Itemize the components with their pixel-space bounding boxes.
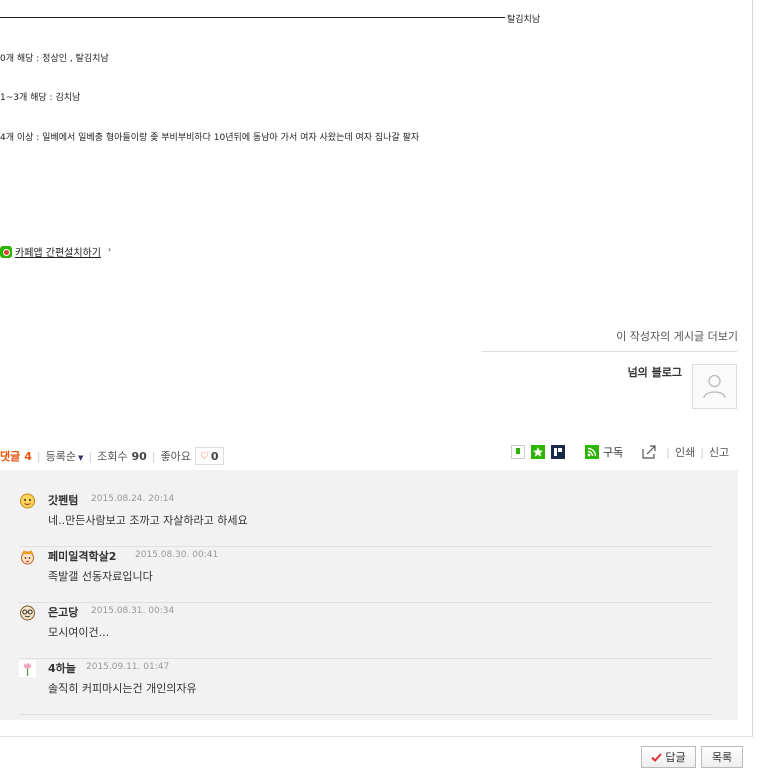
divider [482, 351, 737, 352]
reply-button[interactable]: 답글 [641, 746, 696, 768]
subscribe-button[interactable]: 구독 [603, 444, 623, 460]
comment-date: 2015.09.11. 01:47 [86, 662, 170, 672]
user-avatar-icon[interactable] [19, 548, 36, 565]
caret-down-icon: ▼ [78, 454, 84, 462]
user-placeholder-icon [703, 374, 726, 399]
post-line: 0개 해당 : 정상인 , 탈김치남 [0, 54, 109, 64]
cafe-app-icon[interactable] [0, 246, 12, 258]
comment-item: 갓펜텀 2015.08.24. 20:14 네..만든사람보고 조까고 자살하라… [19, 490, 712, 547]
cafe-app-install-link[interactable]: 카페앱 간편설치하기 [15, 244, 101, 259]
likes-label: 좋아요 [160, 450, 191, 463]
comment-text: 네..만든사람보고 조까고 자살하라고 하세요 [48, 514, 248, 527]
comment-author[interactable]: 갓펜텀 [48, 492, 78, 508]
star-icon[interactable] [531, 445, 545, 459]
post-line: 1~3개 해당 : 김치남 [0, 93, 81, 103]
rss-icon[interactable] [585, 445, 599, 459]
list-button[interactable]: 목록 [701, 746, 743, 768]
share-tools: 구독 | 인쇄 | 신고 [511, 444, 729, 460]
likes-count: 0 [210, 449, 219, 463]
user-avatar-icon[interactable] [19, 492, 36, 509]
comment-item: 페미일격학살2 2015.08.30. 00:41 족발갤 선동자료입니다 [19, 546, 712, 603]
comment-author[interactable]: 4하늘 [48, 660, 76, 676]
author-avatar[interactable] [692, 364, 737, 409]
sort-dropdown[interactable]: 등록순 ▼ [46, 448, 84, 464]
author-blog-name[interactable]: 넘의 블로그 [628, 364, 682, 380]
print-button[interactable]: 인쇄 [675, 444, 695, 460]
bookmark-icon[interactable] [511, 445, 525, 459]
comment-author[interactable]: 은고당 [48, 604, 78, 620]
checkmark-icon [651, 752, 663, 762]
user-avatar-icon[interactable] [19, 604, 36, 621]
comment-text: 모시여이건... [48, 626, 110, 639]
author-more-posts-link[interactable]: 이 작성자의 게시글 더보기 [616, 328, 738, 344]
comment-text: 족발갤 선동자료입니다 [48, 570, 153, 583]
comment-text: 솔직히 커피마시는건 개인의자유 [48, 682, 197, 695]
comment-list: 갓펜텀 2015.08.24. 20:14 네..만든사람보고 조까고 자살하라… [0, 470, 738, 720]
band-share-icon[interactable] [551, 445, 565, 459]
comment-date: 2015.08.31. 00:34 [91, 606, 175, 616]
divider-line [0, 17, 505, 18]
reply-label: 답글 [665, 751, 686, 764]
heart-icon: ♡ [199, 450, 209, 462]
like-button[interactable]: ♡ 0 [194, 447, 224, 465]
views-label: 조회수 [97, 450, 128, 463]
chevron-right-icon: › [108, 245, 112, 254]
list-label: 목록 [711, 751, 733, 764]
comment-author[interactable]: 페미일격학살2 [48, 548, 116, 564]
views-count: 90 [131, 449, 147, 463]
comment-date: 2015.08.24. 20:14 [91, 494, 175, 504]
comment-date: 2015.08.30. 00:41 [135, 550, 219, 560]
tulip-avatar-icon[interactable] [19, 660, 36, 677]
comment-item: 은고당 2015.08.31. 00:34 모시여이건... [19, 602, 712, 659]
share-icon[interactable] [641, 444, 657, 460]
comments-label[interactable]: 댓글 [0, 448, 20, 464]
report-button[interactable]: 신고 [709, 444, 729, 460]
comment-stats-bar: 댓글 4 | 등록순 ▼ | 조회수 90 | 좋아요 ♡ 0 [0, 447, 224, 465]
sort-label: 등록순 [45, 450, 76, 463]
comments-count[interactable]: 4 [24, 450, 32, 463]
rule-label: 탈김치남 [507, 15, 541, 25]
comment-item: 4하늘 2015.09.11. 01:47 솔직히 커피마시는건 개인의자유 [19, 658, 712, 715]
post-line: 4개 이상 : 일베에서 일베충 형아들이랑 좆 부비부비하다 10년뒤에 동남… [0, 133, 420, 143]
